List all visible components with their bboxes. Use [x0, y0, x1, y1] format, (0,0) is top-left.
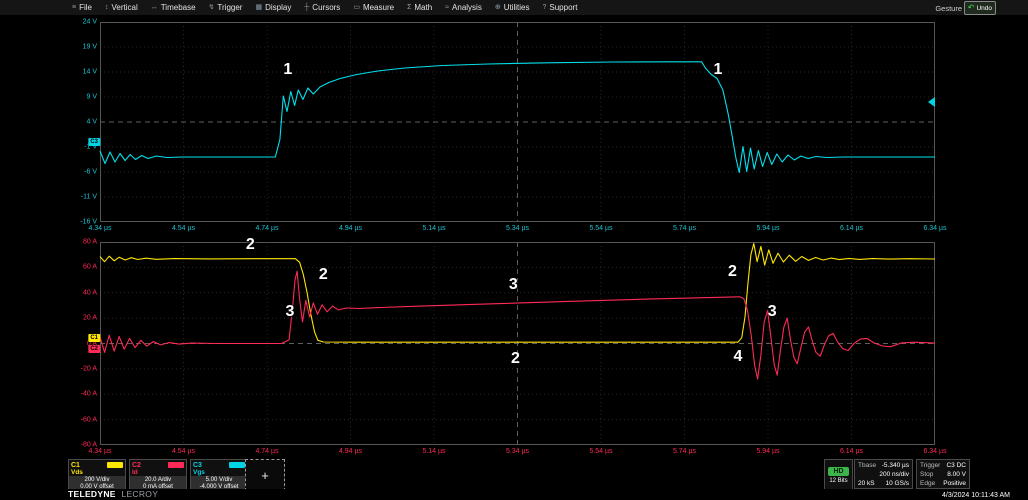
brand-lecroy: LECROY — [121, 489, 159, 499]
time-axis-label: 5.94 µs — [756, 225, 780, 232]
teledyne-lecroy-logo: TELEDYNE LECROY — [68, 489, 158, 499]
annotation-number: 3 — [508, 276, 518, 294]
hd-bits-label: 12 Bits — [829, 477, 848, 484]
time-axis-label: 5.14 µs — [422, 448, 446, 455]
time-axis-label: 6.14 µs — [839, 225, 864, 232]
annotation-number: 2 — [318, 265, 328, 283]
time-axis-label: 6.34 µs — [923, 225, 947, 232]
y-axis-label: 80 A — [82, 238, 97, 246]
time-axis-label: 5.74 µs — [672, 448, 697, 455]
volts-per-div: 5.00 V/div — [205, 477, 233, 483]
time-axis-label: 5.94 µs — [756, 448, 780, 455]
time-axis-label: 5.54 µs — [589, 448, 613, 455]
time-axis-label: 5.74 µs — [672, 225, 697, 232]
y-axis-label: 14 V — [82, 68, 97, 76]
channel-offset-marker-c2[interactable]: C2 — [88, 344, 100, 353]
datetime: 4/3/2024 10:11:43 AM — [942, 492, 1010, 499]
time-axis-label: 4.94 µs — [338, 448, 363, 455]
channel-signal-label: Vgs — [193, 469, 205, 476]
annotation-number: 2 — [510, 349, 520, 367]
channel-color-chip — [229, 462, 245, 468]
time-axis-label: 5.34 µs — [505, 225, 530, 232]
annotation-number: 3 — [285, 302, 295, 320]
time-axis-label: 5.34 µs — [505, 448, 530, 455]
y-axis-label: -20 A — [80, 365, 97, 373]
channel-id-label: C3 — [193, 461, 202, 469]
brand-teledyne: TELEDYNE — [68, 489, 116, 499]
time-axis-label: 4.74 µs — [255, 448, 279, 455]
y-axis-label: 40 A — [82, 289, 97, 297]
time-axis-label: 4.34 µs — [88, 448, 112, 455]
gate-voltage-grid[interactable] — [99, 22, 935, 222]
y-axis-label: 60 A — [82, 263, 97, 271]
time-axis-label: 4.54 µs — [171, 448, 196, 455]
channel-offset-marker-c3[interactable]: C3 — [88, 138, 100, 146]
y-axis-label: 20 A — [82, 314, 97, 322]
y-axis-label: 9 V — [86, 93, 97, 101]
timebase-descriptor[interactable]: Tbase -5.340 µs 200 ns/div 20 kS 10 GS/s — [854, 459, 913, 489]
annotation-number: 4 — [733, 348, 743, 366]
y-axis-label: -11 V — [80, 193, 97, 201]
hd-indicator: HD 12 Bits — [824, 459, 853, 491]
status-bar: TELEDYNE LECROY 4/3/2024 10:11:43 AM — [0, 489, 1028, 500]
time-axis-label: 5.54 µs — [589, 225, 613, 232]
y-axis-label: 19 V — [82, 43, 97, 51]
volts-per-div: 20.0 A/div — [144, 477, 172, 483]
drain-current-grid[interactable] — [99, 242, 936, 445]
trigger-source: C3 DC — [946, 462, 966, 469]
annotation-number: 1 — [283, 60, 293, 78]
channel-signal-label: Id — [132, 469, 138, 476]
channel-id-label: C1 — [71, 461, 80, 469]
hd-badge: HD — [828, 466, 849, 476]
annotation-number: 3 — [767, 302, 777, 320]
time-axis-label: 4.94 µs — [338, 225, 363, 232]
annotation-number: 2 — [245, 235, 255, 253]
tbase-samples: 20 kS — [858, 480, 875, 487]
channel-signal-label: Vds — [71, 469, 83, 476]
time-axis-label: 6.34 µs — [923, 448, 947, 455]
y-axis-label: 24 V — [82, 18, 97, 26]
y-axis-label: -40 A — [80, 390, 97, 398]
y-axis-label: -60 A — [80, 416, 97, 424]
waveform-display-area: 24 V 19 V 14 V9 V4 V -1 V -6 V -11 V -16 V 4.34… — [0, 0, 1028, 500]
channel-id-label: C2 — [132, 461, 141, 469]
time-axis-label: 4.54 µs — [171, 225, 196, 232]
time-axis-label: 5.14 µs — [422, 225, 446, 232]
trigger-type-label: Edge — [920, 480, 936, 487]
tbase-delay: -5.340 µs — [881, 462, 909, 469]
trigger-level-value: 8.00 V — [947, 471, 966, 478]
oscilloscope-app: ≡ File ↕ Vertical ↔ Timebase ↯ Trigger ▦ Display ┼… — [0, 0, 1028, 500]
y-axis-label: -6 V — [84, 168, 97, 176]
time-axis-label: 6.14 µs — [839, 448, 864, 455]
channel-offset-marker-c1[interactable]: C1 — [88, 334, 100, 343]
channel-color-chip — [168, 462, 184, 468]
tbase-scale: 200 ns/div — [879, 471, 909, 478]
volts-per-div: 200 V/div — [84, 477, 110, 483]
annotation-number: 2 — [728, 263, 737, 281]
y-axis-label: 4 V — [86, 118, 97, 126]
annotation-number: 1 — [713, 60, 723, 78]
time-axis-label: 4.74 µs — [255, 225, 279, 232]
trigger-mode-label: Stop — [920, 471, 934, 478]
add-channel-button[interactable]: + — [245, 459, 285, 491]
trigger-slope-value: Positive — [943, 480, 966, 487]
channel-color-chip — [107, 462, 123, 468]
trigger-title: Trigger — [920, 462, 941, 469]
tbase-rate: 10 GS/s — [885, 480, 909, 487]
channel-descriptor-c2[interactable]: C2 Id 20.0 A/div 0 mA offset — [129, 459, 187, 491]
channel-descriptor-c1[interactable]: C1 Vds 200 V/div 0.00 V offset — [68, 459, 126, 491]
channel-descriptor-c3[interactable]: C3 Vgs 5.00 V/div -4.000 V offset — [190, 459, 248, 491]
trigger-descriptor[interactable]: Trigger C3 DC Stop 8.00 V Edge Positive — [916, 459, 970, 489]
trigger-level-marker[interactable] — [928, 97, 935, 107]
descriptor-strip: C1 Vds 200 V/div 0.00 V offset C2 Id 20.0 A/di… — [68, 459, 248, 491]
time-axis-label: 4.34 µs — [88, 225, 112, 232]
tbase-title: Tbase — [858, 462, 877, 469]
